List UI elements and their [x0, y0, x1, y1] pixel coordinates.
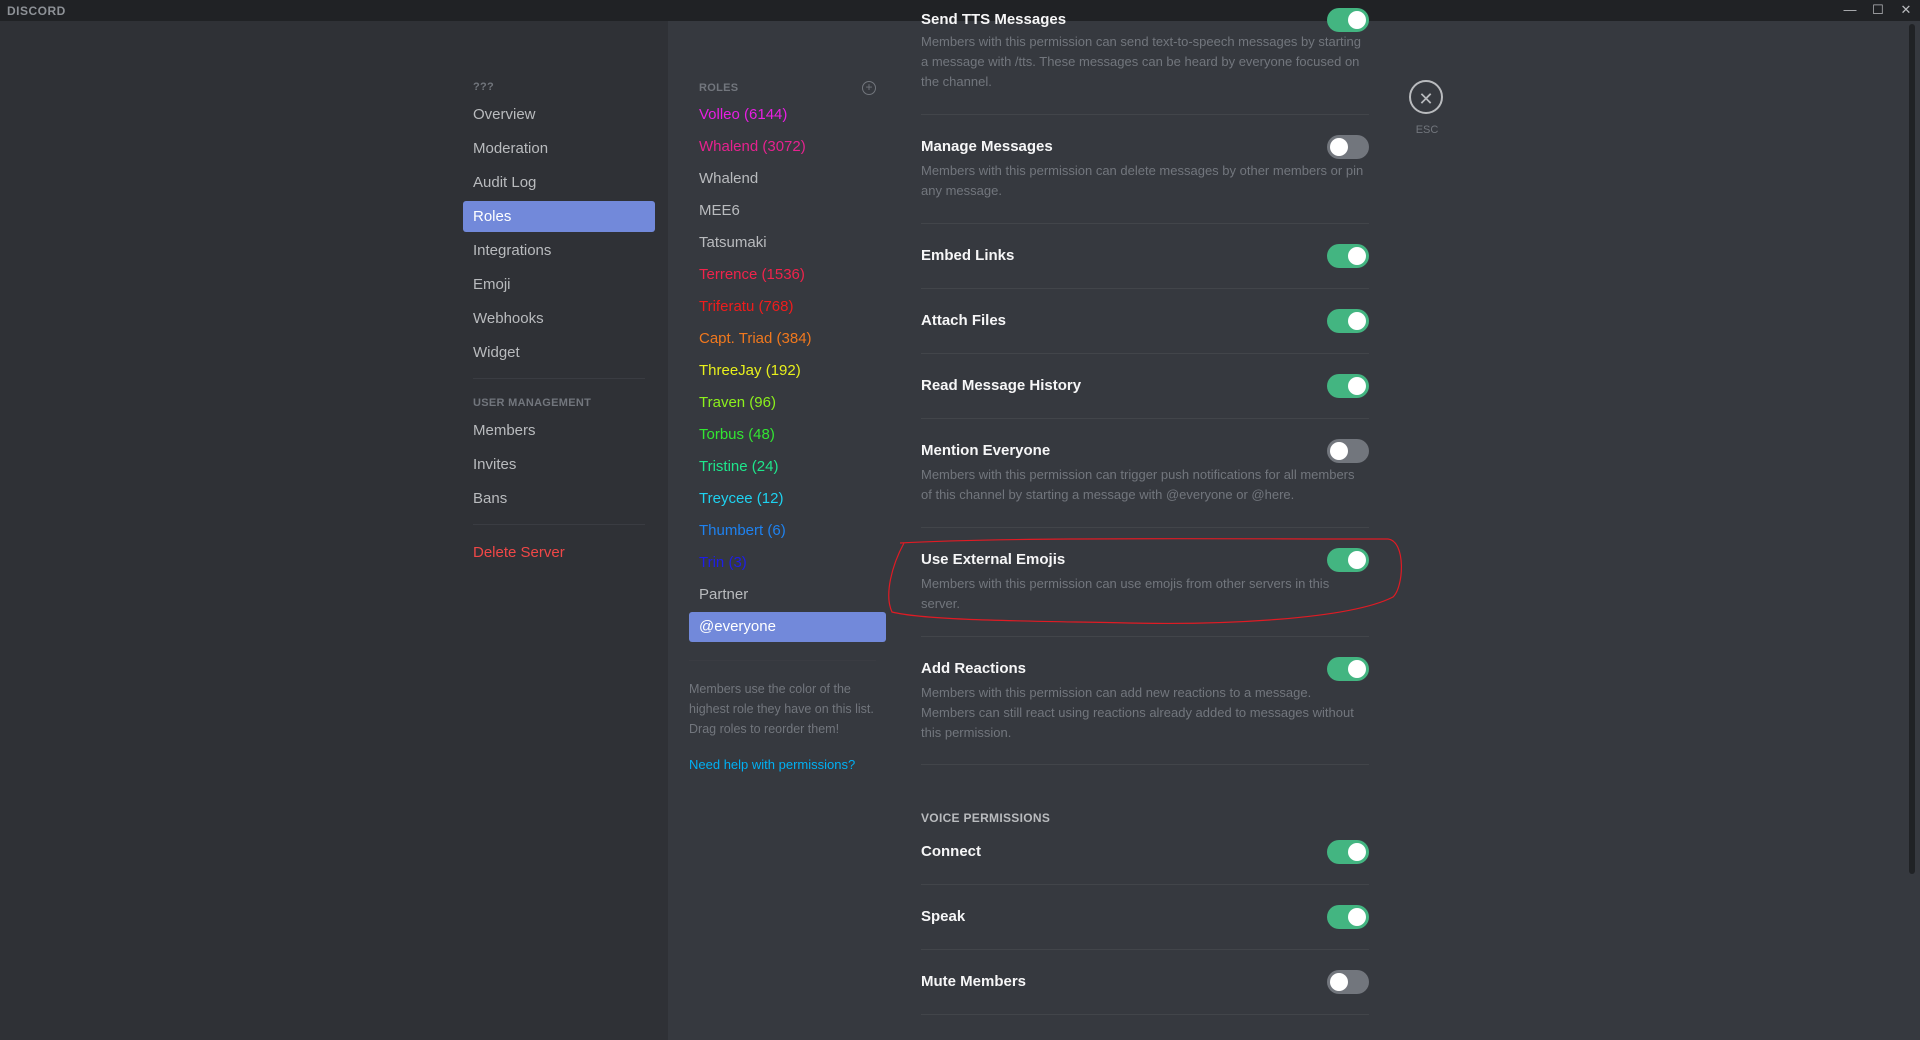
permission-divider — [921, 353, 1369, 354]
role-item[interactable]: Volleo (6144) — [689, 100, 886, 130]
toggle-knob — [1330, 138, 1348, 156]
roles-header: ROLES + — [689, 78, 886, 98]
voice-permissions-header: VOICE PERMISSIONS — [921, 811, 1051, 825]
permission-divider — [921, 764, 1369, 765]
red-annotation-circle — [888, 538, 1402, 624]
nav-item-invites[interactable]: Invites — [463, 449, 655, 480]
esc-label: ESC — [1415, 124, 1439, 136]
permission-divider — [921, 114, 1369, 115]
window-close-icon[interactable]: ✕ — [1892, 0, 1920, 21]
nav-divider — [473, 524, 645, 525]
roles-list: ROLES + Volleo (6144) Whalend (3072) Whale… — [689, 78, 886, 772]
toggle-knob — [1348, 908, 1366, 926]
nav-item-webhooks[interactable]: Webhooks — [463, 303, 655, 334]
permission-toggle[interactable] — [1327, 439, 1369, 463]
close-settings-button[interactable]: ✕ — [1409, 80, 1443, 114]
settings-nav: ??? Overview Moderation Audit Log Roles … — [463, 75, 655, 571]
permission-title: Embed Links — [921, 247, 1015, 264]
permission-title: Mention Everyone — [921, 442, 1051, 459]
nav-item-roles[interactable]: Roles — [463, 201, 655, 232]
server-name-header: ??? — [473, 81, 495, 93]
role-item[interactable]: Tatsumaki — [689, 228, 886, 258]
role-item[interactable]: Capt. Triad (384) — [689, 324, 886, 354]
toggle-knob — [1348, 11, 1366, 29]
role-item[interactable]: Whalend — [689, 164, 886, 194]
nav-item-integrations[interactable]: Integrations — [463, 235, 655, 266]
permission-title: Read Message History — [921, 377, 1082, 394]
permissions-help-link[interactable]: Need help with permissions? — [689, 757, 886, 772]
permission-divider — [921, 636, 1369, 637]
voice-permission-toggle[interactable] — [1327, 840, 1369, 864]
app-brand: DISCORD — [7, 4, 66, 18]
permission-title: Send TTS Messages — [921, 11, 1067, 28]
voice-permission-toggle[interactable] — [1327, 970, 1369, 994]
user-management-header: USER MANAGEMENT — [473, 397, 592, 409]
nav-item-moderation[interactable]: Moderation — [463, 133, 655, 164]
permission-divider — [921, 418, 1369, 419]
maximize-icon[interactable]: ☐ — [1864, 0, 1892, 21]
role-item[interactable]: Trin (3) — [689, 548, 886, 578]
toggle-knob — [1330, 442, 1348, 460]
permission-title: Manage Messages — [921, 138, 1053, 155]
voice-permission-title: Connect — [921, 843, 981, 860]
roles-header-label: ROLES — [699, 82, 739, 94]
toggle-knob — [1348, 247, 1366, 265]
role-item[interactable]: Partner — [689, 580, 886, 610]
role-item[interactable]: Traven (96) — [689, 388, 886, 418]
role-item[interactable]: ThreeJay (192) — [689, 356, 886, 386]
voice-permission-title: Speak — [921, 908, 966, 925]
permission-toggle[interactable] — [1327, 244, 1369, 268]
permission-description: Members with this permission can add new… — [921, 685, 1354, 740]
permission-toggle[interactable] — [1327, 135, 1369, 159]
content-scrollbar[interactable] — [1909, 24, 1915, 874]
permission-toggle[interactable] — [1327, 309, 1369, 333]
permission-title: Add Reactions — [921, 660, 1027, 677]
delete-server-button[interactable]: Delete Server — [463, 537, 655, 568]
permission-toggle[interactable] — [1327, 374, 1369, 398]
roles-divider — [689, 660, 876, 661]
nav-item-members[interactable]: Members — [463, 415, 655, 446]
voice-permission-divider — [921, 949, 1369, 950]
minimize-icon[interactable]: — — [1836, 0, 1864, 21]
permission-divider — [921, 288, 1369, 289]
toggle-knob — [1348, 312, 1366, 330]
role-item[interactable]: Whalend (3072) — [689, 132, 886, 162]
toggle-knob — [1330, 973, 1348, 991]
role-item[interactable]: Terrence (1536) — [689, 260, 886, 290]
toggle-knob — [1348, 843, 1366, 861]
nav-item-overview[interactable]: Overview — [463, 99, 655, 130]
nav-item-audit-log[interactable]: Audit Log — [463, 167, 655, 198]
voice-permission-divider — [921, 884, 1369, 885]
role-item[interactable]: Treycee (12) — [689, 484, 886, 514]
role-item[interactable]: Torbus (48) — [689, 420, 886, 450]
permission-toggle[interactable] — [1327, 657, 1369, 681]
voice-permission-divider — [921, 1014, 1369, 1015]
role-item[interactable]: Tristine (24) — [689, 452, 886, 482]
nav-item-emoji[interactable]: Emoji — [463, 269, 655, 300]
nav-item-widget[interactable]: Widget — [463, 337, 655, 368]
permission-divider — [921, 223, 1369, 224]
permission-title: Attach Files — [921, 312, 1007, 329]
toggle-knob — [1348, 377, 1366, 395]
role-item[interactable]: Triferatu (768) — [689, 292, 886, 322]
permission-divider — [921, 527, 1369, 528]
permission-description: Members with this permission can delete … — [921, 163, 1364, 198]
toggle-knob — [1348, 660, 1366, 678]
nav-divider — [473, 378, 645, 379]
roles-help-text: Members use the color of the highest rol… — [689, 682, 874, 736]
permission-description: Members with this permission can send te… — [921, 34, 1362, 89]
nav-item-bans[interactable]: Bans — [463, 483, 655, 514]
add-role-icon[interactable]: + — [862, 81, 876, 95]
role-item[interactable]: Thumbert (6) — [689, 516, 886, 546]
role-item[interactable]: MEE6 — [689, 196, 886, 226]
voice-permission-title: Mute Members — [921, 973, 1027, 990]
permission-description: Members with this permission can trigger… — [921, 467, 1355, 502]
permission-toggle[interactable] — [1327, 8, 1369, 32]
role-item[interactable]: @everyone — [689, 612, 886, 642]
voice-permission-toggle[interactable] — [1327, 905, 1369, 929]
